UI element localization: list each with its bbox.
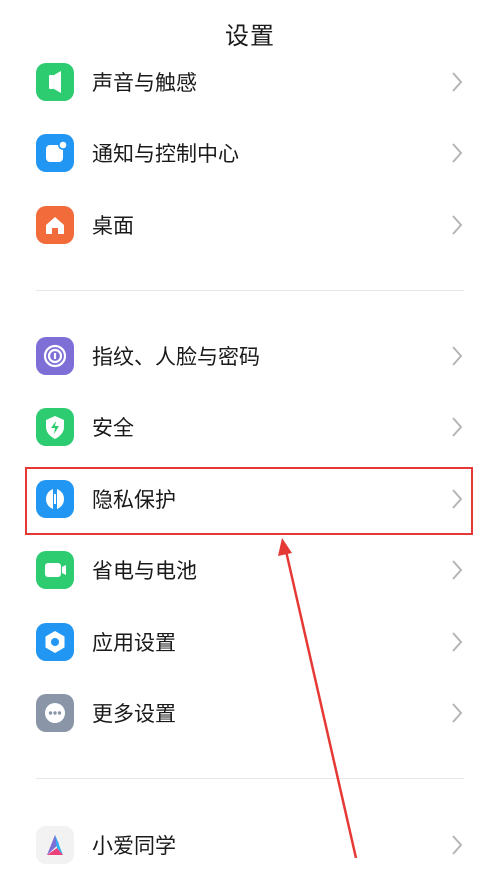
chevron-right-icon — [450, 71, 464, 93]
chevron-right-icon — [450, 214, 464, 236]
chevron-right-icon — [450, 345, 464, 367]
highlight-box — [25, 467, 473, 535]
settings-item-notifications[interactable]: 通知与控制中心 — [0, 123, 500, 183]
settings-item-label: 指纹、人脸与密码 — [92, 345, 260, 369]
home-icon — [36, 206, 74, 244]
chevron-right-icon — [450, 559, 464, 581]
more-dots-icon — [36, 694, 74, 732]
chevron-right-icon — [450, 631, 464, 653]
shield-bolt-icon — [36, 408, 74, 446]
fingerprint-icon — [36, 337, 74, 375]
chevron-right-icon — [450, 834, 464, 856]
settings-item-xiaoai[interactable]: 小爱同学 — [0, 815, 500, 875]
settings-item-fingerprint[interactable]: 指纹、人脸与密码 — [0, 326, 500, 386]
settings-item-label: 桌面 — [92, 214, 134, 238]
battery-icon — [36, 551, 74, 589]
notification-icon — [36, 134, 74, 172]
settings-item-sound[interactable]: 声音与触感 — [0, 52, 500, 112]
section-divider — [36, 290, 464, 291]
chevron-right-icon — [450, 702, 464, 724]
settings-item-label: 通知与控制中心 — [92, 142, 239, 166]
page-title: 设置 — [225, 22, 275, 50]
settings-item-label: 安全 — [92, 416, 134, 440]
settings-item-label: 声音与触感 — [92, 71, 197, 95]
settings-item-desktop[interactable]: 桌面 — [0, 195, 500, 255]
settings-item-security[interactable]: 安全 — [0, 397, 500, 457]
gear-icon — [36, 623, 74, 661]
settings-item-label: 应用设置 — [92, 631, 176, 655]
settings-item-battery[interactable]: 省电与电池 — [0, 540, 500, 600]
settings-item-label: 更多设置 — [92, 702, 176, 726]
settings-item-app-settings[interactable]: 应用设置 — [0, 612, 500, 672]
chevron-right-icon — [450, 142, 464, 164]
speaker-icon — [36, 63, 74, 101]
settings-item-label: 小爱同学 — [92, 834, 176, 858]
section-divider — [36, 778, 464, 779]
settings-item-more[interactable]: 更多设置 — [0, 683, 500, 743]
settings-item-label: 省电与电池 — [92, 559, 197, 583]
chevron-right-icon — [450, 416, 464, 438]
xiaoai-icon — [36, 826, 74, 864]
